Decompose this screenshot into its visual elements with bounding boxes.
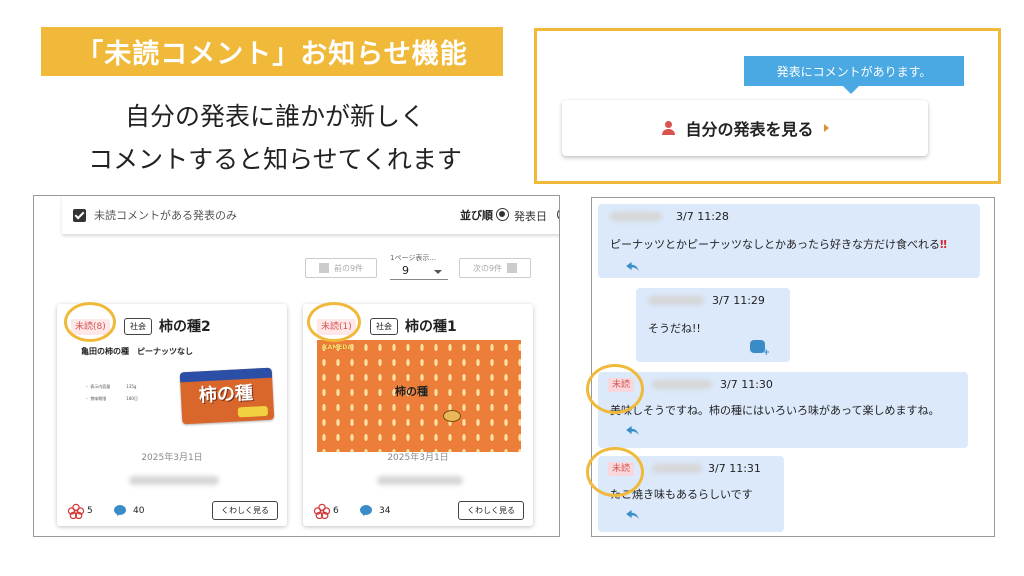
- my-presentations-button[interactable]: 自分の発表を見る: [562, 100, 928, 156]
- comment-count: 40: [133, 506, 145, 516]
- sort-radio-date[interactable]: [496, 208, 509, 221]
- commenter-name-blurred: [648, 296, 704, 305]
- thumbnail-line: ・ 表示内容量 135g: [85, 384, 137, 389]
- card-title: 柿の種2: [159, 319, 211, 335]
- card-thumbnail: KAMEDA 柿の種: [317, 340, 521, 452]
- per-page-value: 9: [402, 264, 409, 277]
- card-date: 2025年3月1日: [141, 453, 203, 463]
- card-title: 柿の種1: [405, 319, 457, 335]
- prev-page-label: 前の9件: [333, 263, 364, 273]
- detail-button[interactable]: くわしく見る: [458, 501, 524, 520]
- caret-right-icon: [823, 124, 829, 132]
- card-thumbnail: 亀田の柿の種 ピーナッツなし ・ 表示内容量 135g ・ 賞味期限 180日 …: [71, 340, 275, 452]
- commenter-name-blurred: [652, 464, 702, 473]
- brand-logo: KAMEDA: [323, 344, 352, 351]
- comment-time: 3/7 11:29: [712, 294, 765, 307]
- comment-text: そうだね!!: [648, 322, 701, 335]
- feature-description: 自分の発表に誰かが新しく コメントすると知らせてくれます: [40, 95, 510, 181]
- reply-icon[interactable]: [626, 262, 639, 271]
- description-line-2: コメントすると知らせてくれます: [88, 145, 462, 174]
- unread-filter-checkbox[interactable]: [73, 208, 86, 222]
- bag-label: 柿の種: [198, 382, 254, 407]
- reply-icon[interactable]: [626, 426, 639, 435]
- comment-time: 3/7 11:30: [720, 378, 773, 391]
- highlight-circle: [586, 364, 644, 414]
- filter-bar: 未読コメントがある発表のみ 並び順 発表日 発: [62, 196, 559, 234]
- comment-text: 美味しそうですね。柿の種にはいろいろ味があって楽しめますね。: [610, 404, 940, 417]
- author-name-blurred: [377, 476, 463, 485]
- sort-radio-other[interactable]: [557, 208, 559, 221]
- comment-bubble: 3/7 11:29 そうだね!!: [636, 288, 790, 362]
- tooltip-arrow: [843, 86, 859, 94]
- comment-bubble: 3/7 11:28 ピーナッツとかピーナッツなしとかあったら好きな方だけ食べれる…: [598, 204, 980, 278]
- highlight-circle: [586, 447, 644, 497]
- next-page-button[interactable]: 次の9件: [459, 258, 531, 278]
- highlight-circle: [307, 302, 361, 342]
- flower-count: 6: [333, 506, 339, 516]
- highlight-circle: [64, 302, 116, 342]
- product-bag-image: 柿の種: [179, 367, 275, 425]
- comment-text: ピーナッツとかピーナッツなしとかあったら好きな方だけ食べれる‼: [610, 236, 947, 252]
- peanut-illustration: [443, 410, 461, 422]
- next-page-label: 次の9件: [472, 263, 503, 273]
- flower-icon: [67, 503, 85, 519]
- sort-label: 並び順: [460, 209, 493, 222]
- feature-banner: 「未読コメント」お知らせ機能: [41, 27, 503, 76]
- unread-filter-label: 未読コメントがある発表のみ: [94, 209, 237, 222]
- genre-tag: 社会: [124, 318, 152, 335]
- reply-icon[interactable]: [626, 510, 639, 519]
- comment-time: 3/7 11:31: [708, 462, 761, 475]
- description-line-1: 自分の発表に誰かが新しく: [124, 102, 425, 131]
- my-presentations-label: 自分の発表を見る: [685, 120, 814, 139]
- sort-radio-date-label: 発表日: [514, 210, 547, 223]
- comment-icon: [114, 505, 126, 515]
- flower-icon: [313, 503, 331, 519]
- person-icon: [661, 121, 676, 135]
- chevron-right-icon: [507, 263, 518, 273]
- commenter-name-blurred: [652, 380, 712, 389]
- thumbnail-line: ・ 賞味期限 180日: [85, 396, 138, 401]
- comments-panel: 3/7 11:28 ピーナッツとかピーナッツなしとかあったら好きな方だけ食べれる…: [591, 197, 995, 537]
- comment-text-body: ピーナッツとかピーナッツなしとかあったら好きな方だけ食べれる: [610, 238, 940, 251]
- per-page-select[interactable]: 9: [390, 264, 448, 280]
- per-page-label: 1ページ表示...: [390, 254, 436, 262]
- comment-notification-tooltip: 発表にコメントがあります。: [744, 56, 964, 86]
- add-comment-icon[interactable]: [750, 340, 770, 358]
- chevron-down-icon: [434, 270, 442, 274]
- comment-emphasis: ‼: [940, 238, 947, 251]
- thumbnail-center-label: 柿の種: [395, 385, 428, 398]
- presentation-list-panel: 未読コメントがある発表のみ 並び順 発表日 発 前の9件 1ページ表示... 9…: [33, 195, 560, 537]
- flower-count: 5: [87, 506, 93, 516]
- comment-bubble: 未読 3/7 11:30 美味しそうですね。柿の種にはいろいろ味があって楽しめま…: [598, 372, 968, 448]
- commenter-name-blurred: [610, 212, 662, 221]
- chevron-left-icon: [318, 263, 329, 273]
- card-date: 2025年3月1日: [387, 453, 449, 463]
- comment-time: 3/7 11:28: [676, 210, 729, 223]
- comment-icon: [360, 505, 372, 515]
- detail-button[interactable]: くわしく見る: [212, 501, 278, 520]
- genre-tag: 社会: [370, 318, 398, 335]
- prev-page-button[interactable]: 前の9件: [305, 258, 377, 278]
- thumbnail-heading: 亀田の柿の種 ピーナッツなし: [81, 347, 193, 356]
- author-name-blurred: [129, 476, 219, 485]
- comment-count: 34: [379, 506, 391, 516]
